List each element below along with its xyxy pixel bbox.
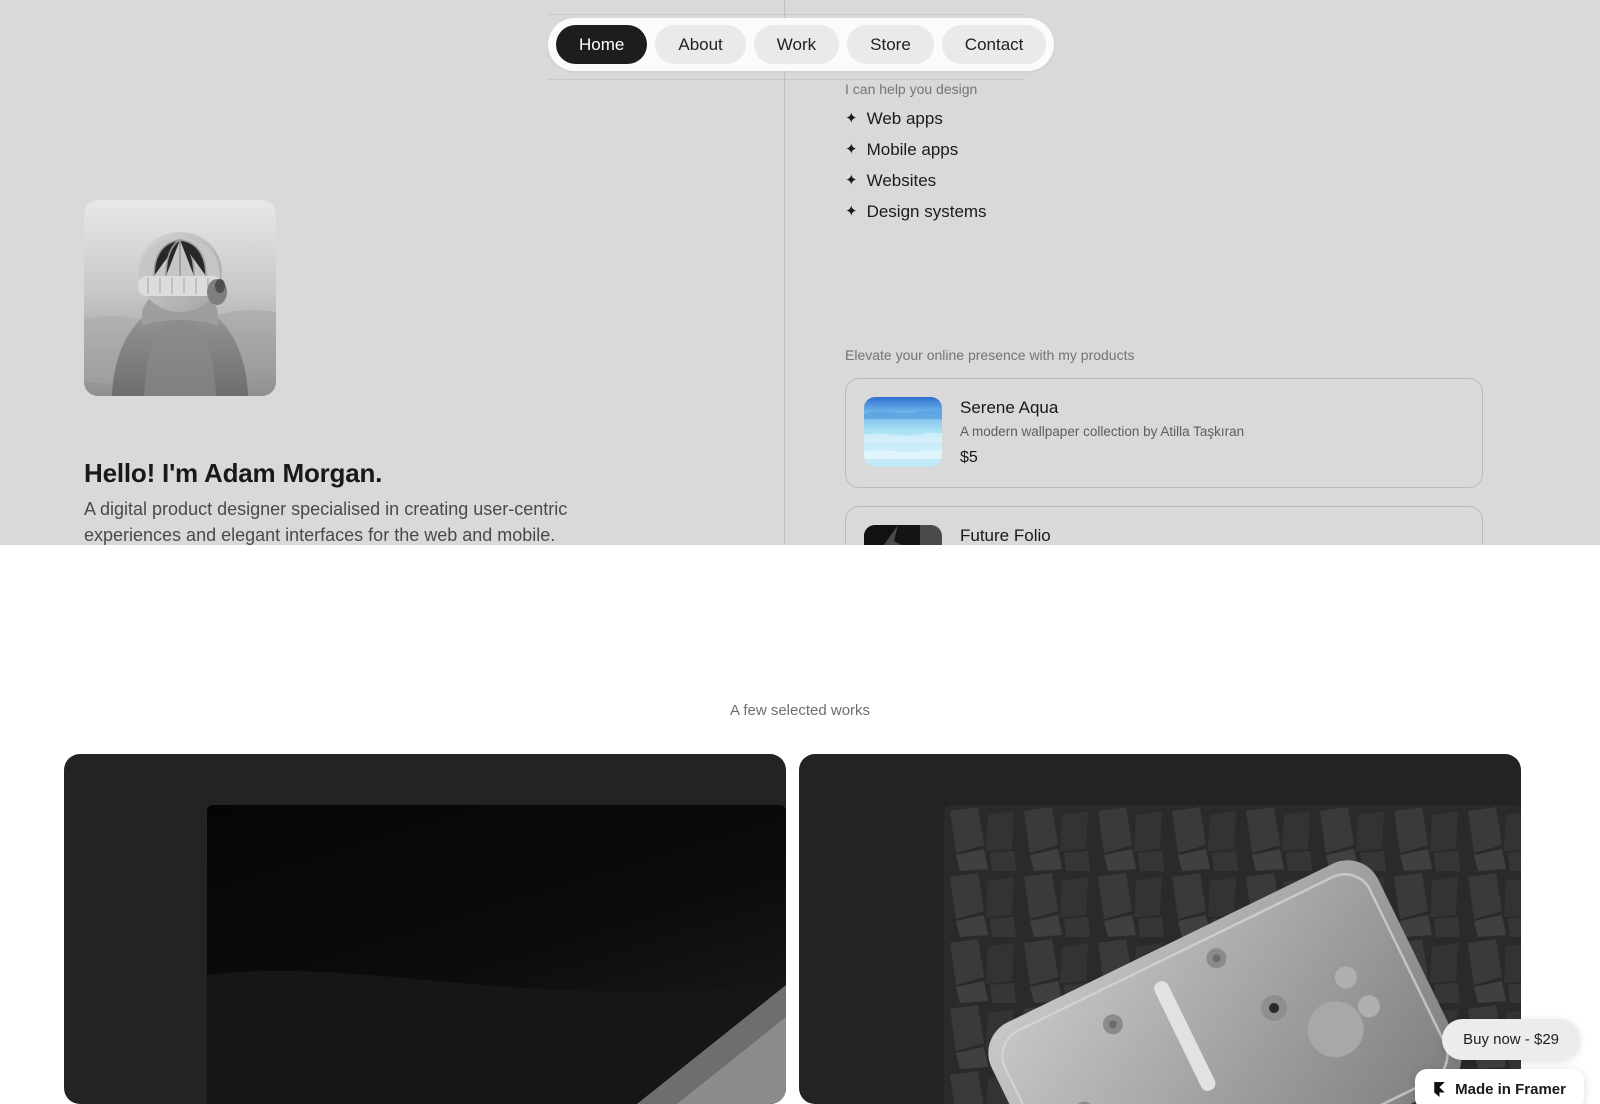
product-price: $5: [960, 448, 978, 466]
handheld-console-on-foam-icon: [944, 805, 1521, 1104]
nav-item-about[interactable]: About: [655, 25, 746, 64]
product-description: A modern wallpaper collection by Atilla …: [960, 424, 1245, 439]
nav-item-store[interactable]: Store: [847, 25, 934, 64]
sparkle-icon: ✦: [845, 203, 858, 220]
product-name: Serene Aqua: [960, 398, 1059, 417]
service-label: Mobile apps: [866, 140, 959, 159]
services-label: I can help you design: [845, 81, 978, 97]
works-label: A few selected works: [729, 702, 871, 719]
list-item: ✦ Websites: [845, 172, 987, 189]
product-thumbnail: [864, 525, 942, 545]
avatar: [84, 200, 276, 396]
sparkle-icon: ✦: [845, 141, 858, 158]
sparkle-icon: ✦: [845, 110, 858, 127]
service-label: Web apps: [866, 109, 943, 128]
column-divider: [784, 0, 785, 545]
service-label: Design systems: [866, 202, 987, 221]
dark-laptop-screen-icon: [207, 805, 786, 1104]
main-navigation: Home About Work Store Contact: [548, 18, 1055, 71]
list-item: ✦ Web apps: [845, 110, 987, 127]
made-in-framer-badge[interactable]: Made in Framer: [1415, 1069, 1584, 1104]
work-card[interactable]: [64, 754, 786, 1104]
header-divider-top: [548, 14, 1024, 15]
product-info: Future Folio: [960, 525, 1051, 545]
product-card-serene-aqua[interactable]: Serene Aqua A modern wallpaper collectio…: [845, 378, 1483, 488]
nav-item-work[interactable]: Work: [753, 25, 840, 64]
header-divider-bottom: [548, 79, 1024, 80]
page-title: Hello! I'm Adam Morgan.: [84, 458, 383, 488]
work-card[interactable]: [799, 754, 1521, 1104]
nav-item-contact[interactable]: Contact: [941, 25, 1047, 64]
list-item: ✦ Design systems: [845, 203, 987, 220]
framer-logo-icon: [1434, 1082, 1445, 1097]
services-list: ✦ Web apps ✦ Mobile apps ✦ Websites ✦ De…: [845, 110, 987, 234]
product-thumbnail: [864, 397, 942, 467]
product-name: Future Folio: [960, 526, 1051, 545]
list-item: ✦ Mobile apps: [845, 141, 987, 158]
product-card-future-folio[interactable]: Future Folio: [845, 506, 1483, 545]
buy-now-button[interactable]: Buy now - $29: [1442, 1019, 1580, 1060]
blue-gradient-wallpaper-icon: [864, 397, 942, 467]
product-info: Serene Aqua A modern wallpaper collectio…: [960, 397, 1244, 466]
portrait-photo-icon: [84, 200, 276, 396]
page-root: Home About Work Store Contact Hello! I'm…: [0, 0, 1600, 1104]
works-section: A few selected works Buy now - $29 Made …: [0, 545, 1600, 1104]
service-label: Websites: [866, 171, 937, 190]
work-media: [944, 805, 1521, 1104]
hero-section: Home About Work Store Contact Hello! I'm…: [0, 0, 1600, 545]
nav-item-home[interactable]: Home: [556, 25, 648, 64]
products-label: Elevate your online presence with my pro…: [845, 347, 1135, 363]
hero-subtitle: A digital product designer specialised i…: [84, 499, 568, 545]
sparkle-icon: ✦: [845, 172, 858, 189]
dark-geometric-template-icon: [864, 525, 942, 545]
framer-badge-label: Made in Framer: [1455, 1081, 1566, 1098]
work-media: [207, 805, 786, 1104]
